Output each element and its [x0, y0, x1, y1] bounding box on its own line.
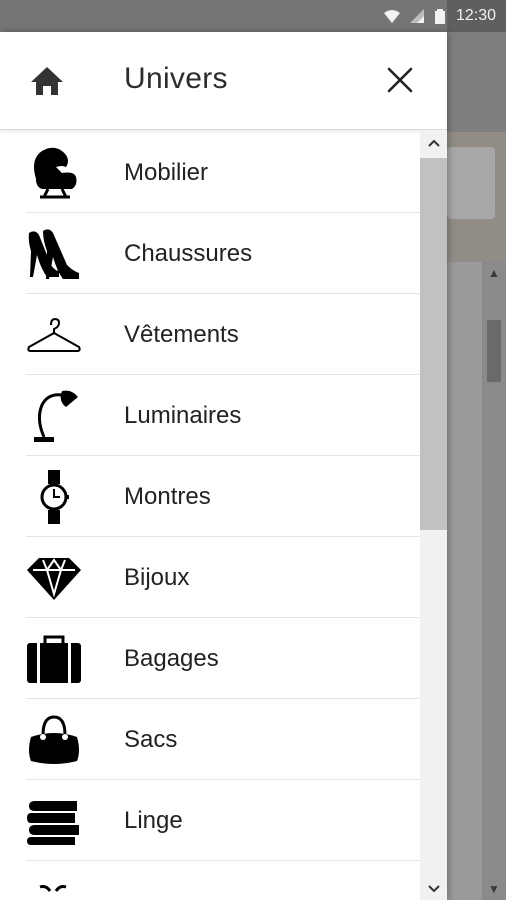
wifi-icon	[383, 10, 400, 23]
category-label: Mobilier	[124, 158, 209, 186]
home-button[interactable]	[28, 62, 66, 100]
hanger-icon	[24, 305, 84, 365]
background-header	[447, 32, 506, 132]
high-heels-icon	[24, 224, 84, 284]
background-scroll-thumb	[487, 320, 501, 382]
drawer-scrollbar[interactable]	[420, 132, 447, 900]
category-label: Montres	[124, 482, 211, 510]
category-label: Luminaires	[124, 401, 242, 429]
suitcase-icon	[24, 629, 84, 689]
background-scrollbar: ▲ ▼	[482, 262, 506, 900]
background-card	[447, 147, 495, 219]
category-label: Vêtements	[124, 320, 239, 348]
background-app: ▲ ▼	[447, 32, 506, 900]
category-label: Linge	[124, 806, 183, 834]
watch-icon	[24, 467, 84, 527]
drawer-header: Univers	[0, 32, 447, 130]
desk-lamp-icon	[24, 386, 84, 446]
diamond-icon	[24, 548, 84, 608]
partial-item-icon	[24, 865, 84, 900]
category-item-mobilier[interactable]: Mobilier	[0, 132, 420, 213]
category-label: Bagages	[124, 644, 219, 672]
category-item-bijoux[interactable]: Bijoux	[0, 537, 420, 618]
status-bar-left	[0, 0, 447, 32]
status-time: 12:30	[455, 7, 496, 24]
close-icon	[387, 67, 413, 93]
category-item-sacs[interactable]: Sacs	[0, 699, 420, 780]
chevron-down-icon	[427, 885, 440, 893]
category-item-chaussures[interactable]: Chaussures	[0, 213, 420, 294]
category-item-linge[interactable]: Linge	[0, 780, 420, 861]
scroll-up-button[interactable]	[420, 134, 447, 152]
drawer-title: Univers	[124, 62, 228, 95]
scroll-thumb[interactable]	[420, 158, 447, 530]
category-item-vetements[interactable]: Vêtements	[0, 294, 420, 375]
category-list: Mobilier Chaussures Vêtements Luminaires…	[0, 132, 420, 900]
background-scroll-up-icon: ▲	[488, 266, 500, 280]
handbag-icon	[24, 710, 84, 770]
navigation-drawer: Univers Mobilier Chaussures Vêtements Lu…	[0, 32, 447, 900]
status-icons: 12:30	[383, 0, 506, 32]
scroll-down-button[interactable]	[420, 880, 447, 898]
background-scroll-down-icon: ▼	[488, 882, 500, 896]
category-item-bagages[interactable]: Bagages	[0, 618, 420, 699]
category-item-partial[interactable]	[0, 861, 420, 900]
signal-icon	[409, 9, 424, 23]
home-icon	[31, 67, 63, 95]
status-bar: 12:30	[0, 0, 506, 32]
category-item-luminaires[interactable]: Luminaires	[0, 375, 420, 456]
armchair-icon	[24, 143, 84, 203]
close-button[interactable]	[380, 60, 420, 100]
category-item-montres[interactable]: Montres	[0, 456, 420, 537]
folded-linen-icon	[24, 791, 84, 851]
chevron-up-icon	[427, 139, 440, 147]
battery-icon	[434, 9, 445, 24]
category-label: Bijoux	[124, 563, 190, 591]
category-label: Sacs	[124, 725, 178, 753]
category-label: Chaussures	[124, 239, 253, 267]
